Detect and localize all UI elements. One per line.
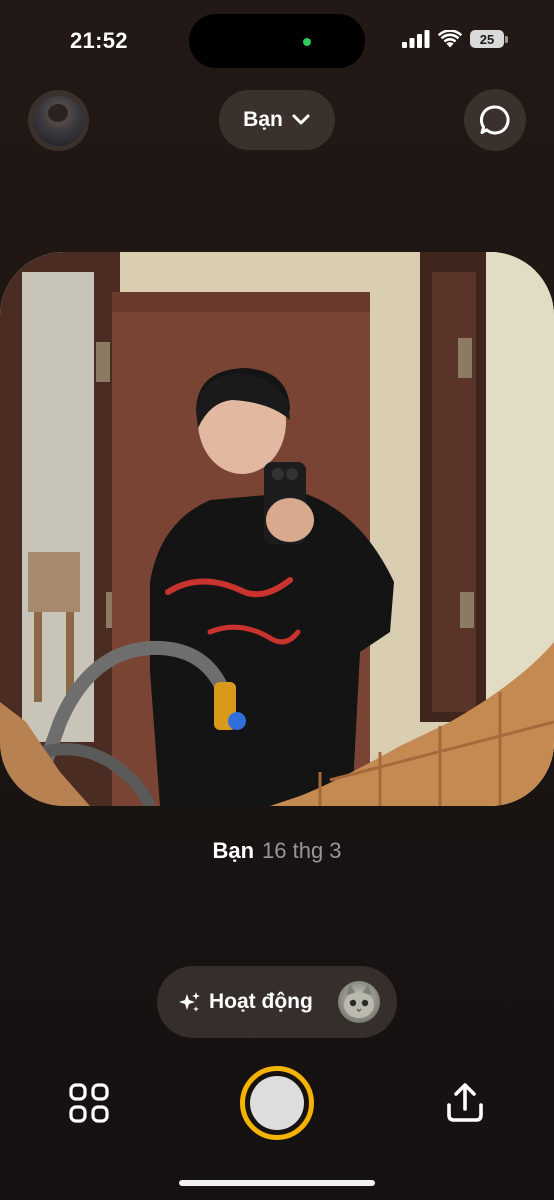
mirror-selfie-photo bbox=[0, 252, 554, 806]
cellular-signal-icon bbox=[402, 30, 430, 48]
status-icons: 25 bbox=[402, 30, 508, 48]
post-date: 16 thg 3 bbox=[262, 838, 342, 863]
bottom-bar bbox=[0, 1060, 554, 1200]
chat-button[interactable] bbox=[464, 89, 526, 151]
shutter-inner bbox=[250, 1076, 304, 1130]
grid-view-button[interactable] bbox=[64, 1078, 114, 1128]
profile-avatar bbox=[33, 95, 84, 146]
grid-icon bbox=[69, 1083, 109, 1123]
wifi-icon bbox=[438, 30, 462, 48]
post-author[interactable]: Bạn bbox=[212, 838, 254, 863]
home-indicator bbox=[179, 1180, 375, 1186]
chevron-down-icon bbox=[292, 114, 310, 125]
share-button[interactable] bbox=[440, 1078, 490, 1128]
top-bar: Bạn bbox=[0, 88, 554, 152]
post-caption: Bạn 16 thg 3 bbox=[0, 838, 554, 864]
battery-level: 25 bbox=[470, 30, 504, 48]
share-icon bbox=[447, 1083, 483, 1122]
camera-indicator-dot bbox=[303, 38, 311, 46]
status-time: 21:52 bbox=[70, 28, 128, 53]
sparkles-icon bbox=[179, 992, 200, 1012]
activity-viewer-avatar bbox=[338, 981, 380, 1023]
activity-button[interactable]: Hoạt động bbox=[157, 966, 397, 1038]
photo-card[interactable] bbox=[0, 252, 554, 806]
friend-selector-label: Bạn bbox=[243, 108, 283, 131]
friend-selector[interactable]: Bạn bbox=[219, 90, 335, 150]
dynamic-island bbox=[189, 14, 365, 68]
battery-icon: 25 bbox=[470, 30, 508, 48]
activity-label: Hoạt động bbox=[209, 990, 313, 1013]
chat-bubble-icon bbox=[479, 105, 510, 135]
cat-avatar-icon bbox=[344, 985, 374, 1018]
shutter-button[interactable] bbox=[240, 1066, 314, 1140]
status-bar: 21:52 25 bbox=[0, 0, 554, 80]
profile-avatar-button[interactable] bbox=[28, 90, 89, 151]
